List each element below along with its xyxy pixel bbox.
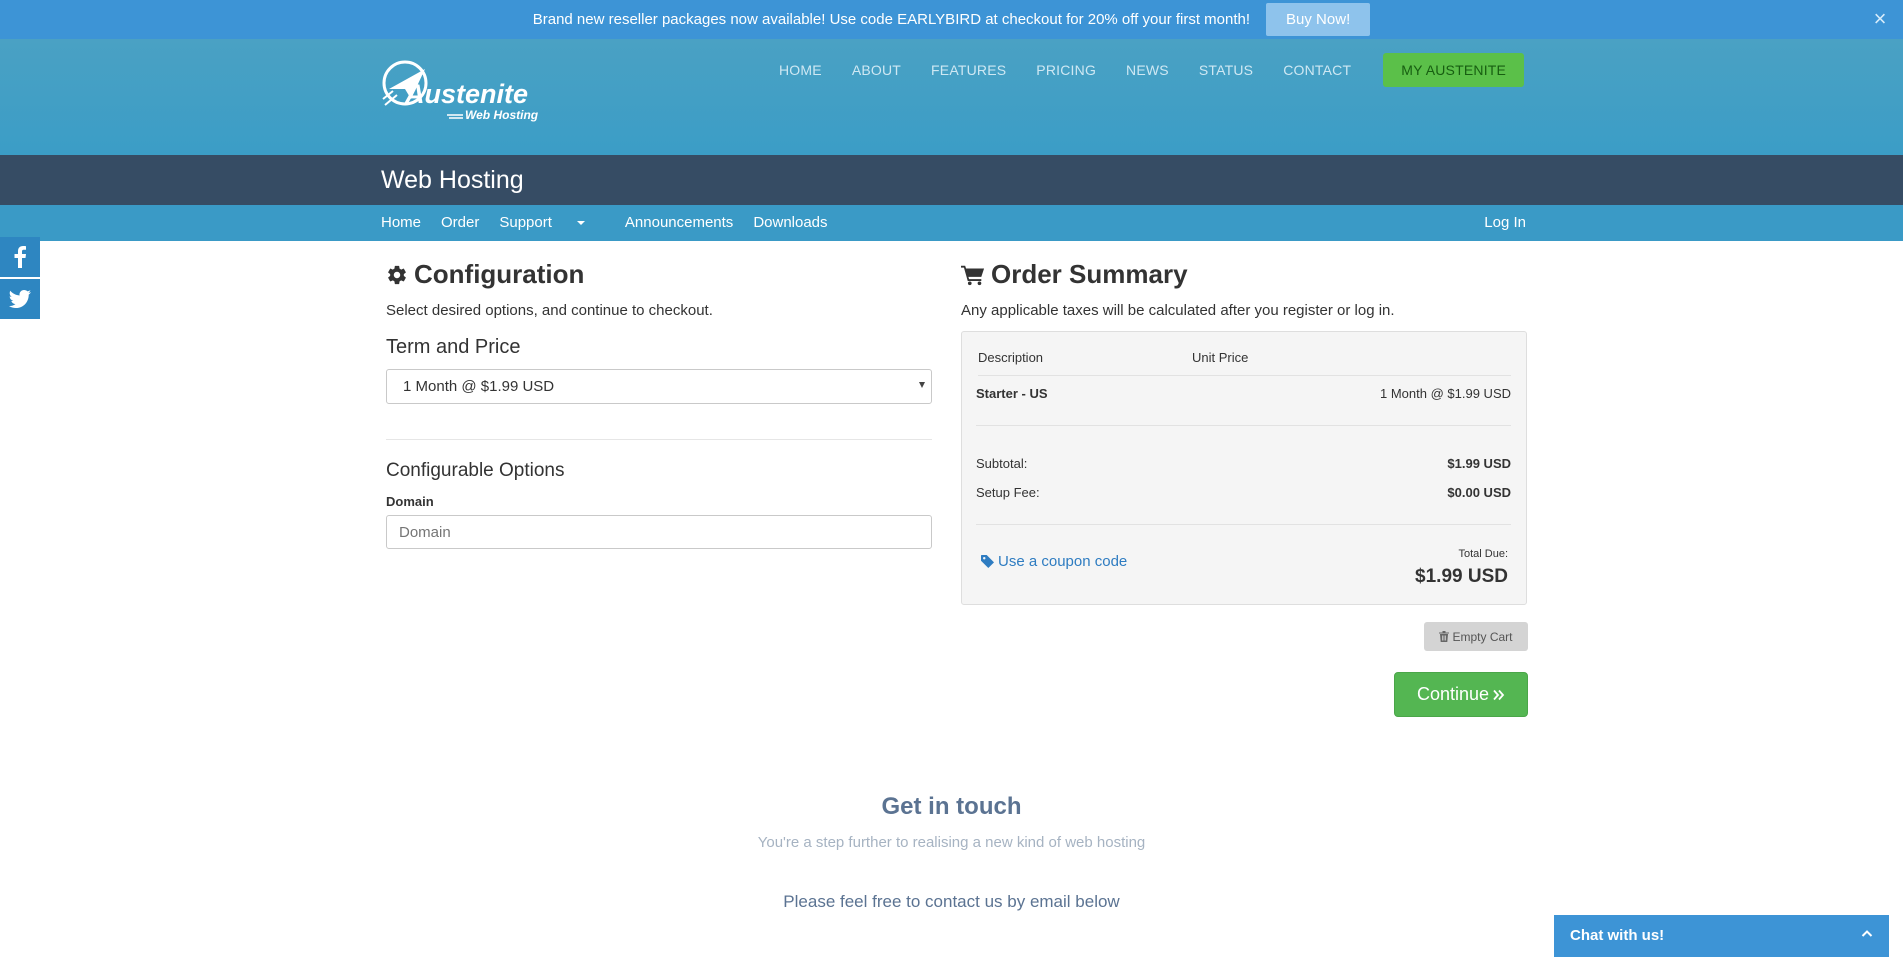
empty-cart-label: Empty Cart bbox=[1452, 629, 1513, 644]
my-austenite-button[interactable]: MY AUSTENITE bbox=[1383, 53, 1525, 87]
subnav-order[interactable]: Order bbox=[441, 214, 479, 231]
dropdown-arrow-icon bbox=[919, 382, 925, 388]
configuration-lead: Select desired options, and continue to … bbox=[386, 302, 713, 319]
subnav-home[interactable]: Home bbox=[381, 214, 421, 231]
configuration-heading: Configuration bbox=[386, 259, 932, 290]
twitter-share-button[interactable] bbox=[0, 279, 40, 319]
divider bbox=[386, 439, 932, 440]
subtotal-row: Subtotal: $1.99 USD bbox=[976, 456, 1511, 471]
shopping-cart-icon bbox=[961, 265, 985, 285]
continue-label: Continue bbox=[1416, 684, 1490, 704]
table-row: Starter - US 1 Month @ $1.99 USD bbox=[976, 386, 1511, 401]
total-due-value: $1.99 USD bbox=[1415, 566, 1508, 587]
login-link[interactable]: Log In bbox=[1484, 214, 1526, 231]
term-price-heading: Term and Price bbox=[386, 336, 521, 358]
item-name: Starter - US bbox=[976, 386, 1048, 401]
contact-line: Please feel free to contact us by email … bbox=[783, 892, 1120, 911]
chat-label: Chat with us! bbox=[1570, 927, 1665, 944]
total-due-label: Total Due: bbox=[1458, 548, 1508, 560]
paper-plane-icon: Austenite Web Hosting bbox=[382, 60, 539, 122]
configuration-panel: Configuration Select desired options, an… bbox=[386, 259, 932, 549]
caret-down-icon bbox=[576, 221, 585, 226]
chat-widget[interactable]: Chat with us! bbox=[1554, 915, 1889, 957]
subtotal-label: Subtotal: bbox=[976, 456, 1028, 471]
col-unit-price: Unit Price bbox=[1192, 350, 1249, 365]
sub-navigation: Home Order Support Announcements Downloa… bbox=[0, 205, 1903, 241]
col-description: Description bbox=[978, 350, 1044, 365]
site-header: Austenite Web Hosting HOME ABOUT FEATURE… bbox=[0, 39, 1903, 155]
nav-home[interactable]: HOME bbox=[779, 62, 822, 78]
get-in-touch-heading: Get in touch bbox=[881, 793, 1022, 820]
close-icon[interactable]: × bbox=[1869, 8, 1891, 30]
continue-button[interactable]: Continue bbox=[1394, 672, 1528, 717]
promo-bar: Brand new reseller packages now availabl… bbox=[0, 0, 1903, 39]
subnav-downloads[interactable]: Downloads bbox=[753, 214, 827, 231]
subtotal-value: $1.99 USD bbox=[1447, 456, 1511, 471]
nav-pricing[interactable]: PRICING bbox=[1036, 62, 1096, 78]
buy-now-button[interactable]: Buy Now! bbox=[1266, 3, 1371, 36]
order-summary-title: Order Summary bbox=[991, 259, 1188, 289]
term-price-select[interactable]: 1 Month @ $1.99 USD bbox=[386, 369, 932, 404]
subnav-support[interactable]: Support bbox=[499, 214, 605, 231]
brand-logo[interactable]: Austenite Web Hosting bbox=[381, 59, 546, 125]
page-title-bar: Web Hosting bbox=[0, 155, 1903, 205]
gear-icon bbox=[388, 265, 406, 284]
brand-name: Austenite bbox=[404, 79, 528, 109]
nav-about[interactable]: ABOUT bbox=[852, 62, 901, 78]
summary-box: Description Unit Price Starter - US 1 Mo… bbox=[961, 331, 1527, 605]
nav-features[interactable]: FEATURES bbox=[931, 62, 1006, 78]
setup-fee-label: Setup Fee: bbox=[976, 485, 1040, 500]
order-summary-heading: Order Summary bbox=[961, 259, 1527, 290]
nav-news[interactable]: NEWS bbox=[1126, 62, 1169, 78]
twitter-icon bbox=[9, 290, 31, 308]
brand-tagline: Web Hosting bbox=[465, 108, 539, 122]
promo-text: Brand new reseller packages now availabl… bbox=[532, 11, 1251, 28]
item-price: 1 Month @ $1.99 USD bbox=[1380, 386, 1511, 401]
summary-table-header: Description Unit Price bbox=[978, 350, 1511, 376]
tag-icon bbox=[981, 555, 994, 568]
divider bbox=[976, 425, 1511, 426]
coupon-link-label: Use a coupon code bbox=[998, 553, 1128, 570]
domain-input[interactable] bbox=[386, 515, 932, 549]
nav-contact[interactable]: CONTACT bbox=[1283, 62, 1351, 78]
order-summary-lead: Any applicable taxes will be calculated … bbox=[961, 302, 1395, 319]
facebook-icon bbox=[14, 246, 26, 268]
empty-cart-button[interactable]: Empty Cart bbox=[1424, 622, 1528, 651]
page-title: Web Hosting bbox=[381, 166, 524, 194]
subnav-announcements[interactable]: Announcements bbox=[625, 214, 733, 231]
chevron-up-icon bbox=[1861, 930, 1873, 937]
configuration-title: Configuration bbox=[414, 259, 585, 289]
setup-fee-value: $0.00 USD bbox=[1447, 485, 1511, 500]
trash-icon bbox=[1439, 631, 1450, 642]
nav-status[interactable]: STATUS bbox=[1199, 62, 1253, 78]
configurable-options-heading: Configurable Options bbox=[386, 460, 565, 481]
footer-tagline: You're a step further to realising a new… bbox=[757, 834, 1146, 851]
term-price-value: 1 Month @ $1.99 USD bbox=[403, 378, 555, 395]
domain-label: Domain bbox=[386, 494, 434, 509]
facebook-share-button[interactable] bbox=[0, 237, 40, 277]
top-navigation: HOME ABOUT FEATURES PRICING NEWS STATUS … bbox=[779, 53, 1525, 87]
subnav-support-label: Support bbox=[499, 214, 552, 231]
coupon-link[interactable]: Use a coupon code bbox=[981, 553, 1127, 570]
double-chevron-right-icon bbox=[1493, 689, 1505, 700]
divider bbox=[976, 524, 1511, 525]
order-summary-panel: Order Summary Any applicable taxes will … bbox=[961, 259, 1527, 605]
setup-fee-row: Setup Fee: $0.00 USD bbox=[976, 485, 1511, 500]
